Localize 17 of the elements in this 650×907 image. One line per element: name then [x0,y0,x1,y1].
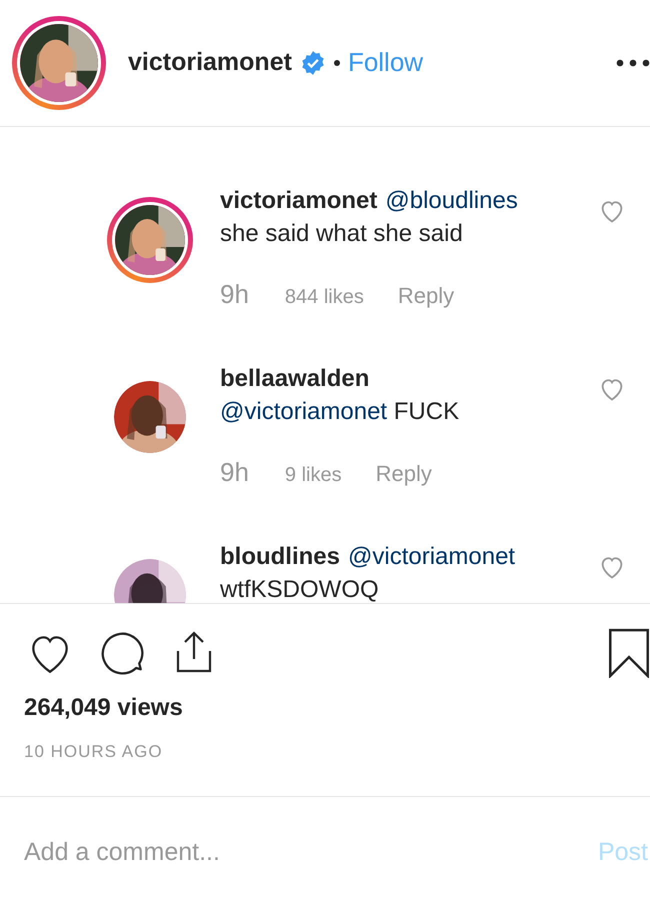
mention-link[interactable]: @victoriamonet [348,540,516,573]
view-count[interactable]: 264,049 views [24,694,650,722]
comment-text: she said what she said [220,218,464,249]
mention-link[interactable]: @victoriamonet [220,398,388,425]
separator-dot [334,60,340,66]
username[interactable]: victoriamonet [128,48,292,78]
comment-text: @victoriamonet FUCK [220,396,460,427]
comment-time: 9h [220,278,249,310]
comment-text: wtfKSDOWOQ [220,574,380,603]
mention-link[interactable]: @bloudlines [385,184,518,217]
username[interactable]: victoriamonet [220,184,378,217]
bookmark-icon[interactable] [608,628,650,678]
post-time: 10 HOURS AGO [24,742,164,762]
username[interactable]: bloudlines [220,540,340,573]
comment-time: 9h [220,456,249,488]
more-icon[interactable] [616,58,650,67]
username[interactable]: bellaawalden [220,362,370,395]
